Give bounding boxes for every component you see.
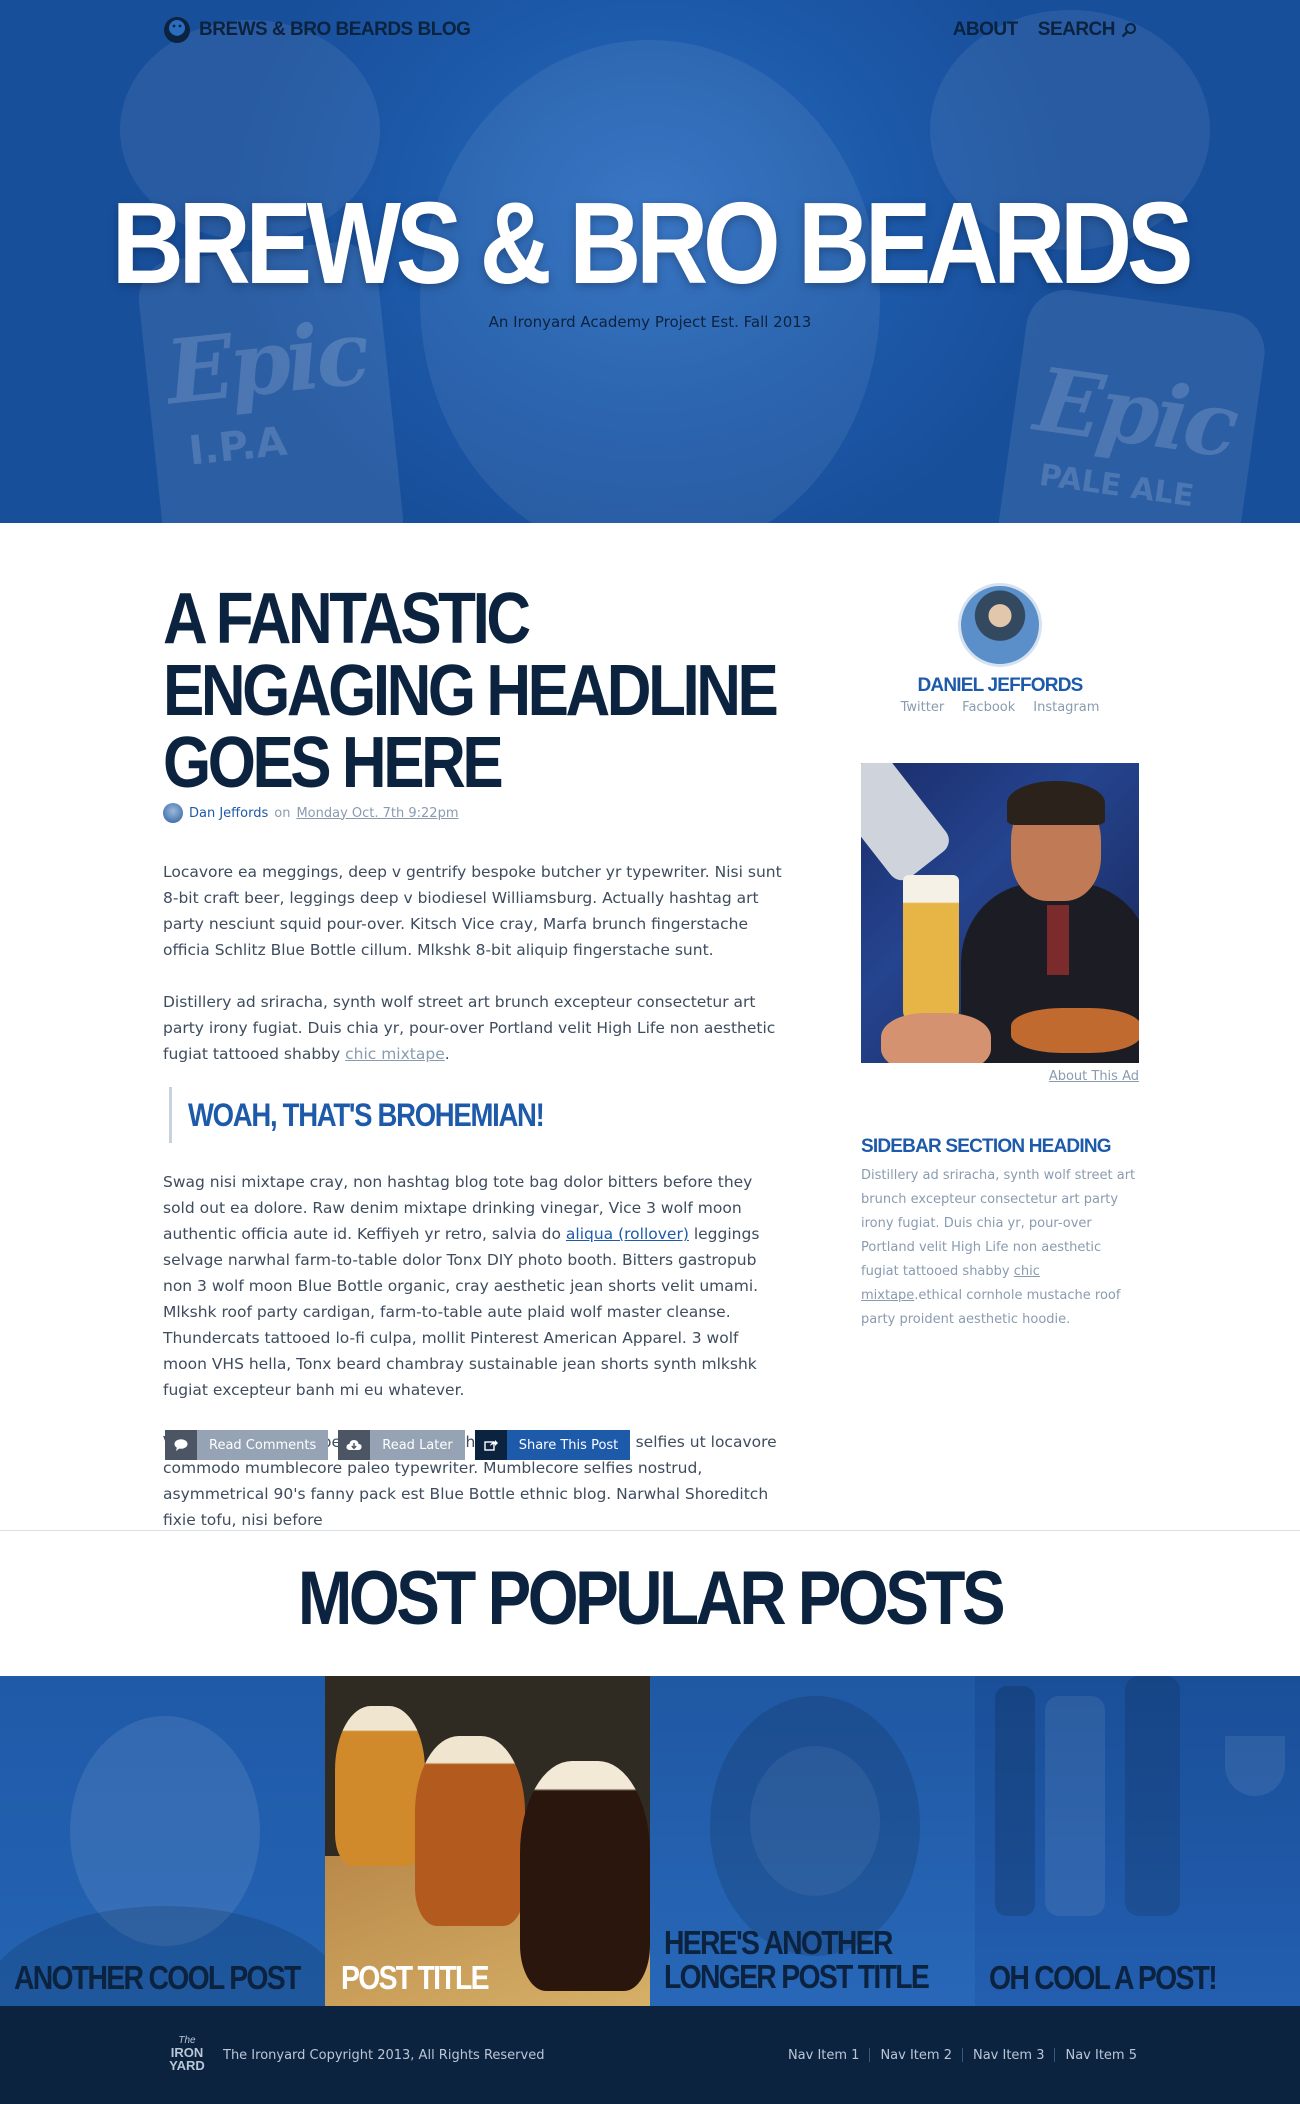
popular-posts-header: MOST POPULAR POSTS bbox=[0, 1530, 1300, 1676]
sidebar: DANIEL JEFFORDS Twitter Facbook Instagra… bbox=[861, 583, 1139, 1332]
hero-banner: Epic I.P.A Epic PALE ALE BREWS & BRO BEARD… bbox=[0, 0, 1300, 523]
author-profile: DANIEL JEFFORDS Twitter Facbook Instagra… bbox=[861, 583, 1139, 715]
about-this-ad-link[interactable]: About This Ad bbox=[861, 1069, 1139, 1084]
popular-post-title: HERE'S ANOTHER LONGER POST TITLE bbox=[664, 1924, 930, 1995]
read-comments-label: Read Comments bbox=[197, 1430, 329, 1460]
popular-post-card[interactable]: ANOTHER COOL POST bbox=[0, 1676, 325, 2006]
article-byline: Dan Jeffords on Monday Oct. 7th 9:22pm bbox=[163, 803, 783, 823]
article-paragraph: Locavore ea meggings, deep v gentrify be… bbox=[163, 863, 782, 959]
post-image-bottle bbox=[1125, 1676, 1180, 1916]
pull-quote: WOAH, THAT'S BROHEMIAN! bbox=[169, 1087, 783, 1143]
twitter-link[interactable]: Twitter bbox=[901, 700, 945, 715]
article-paragraph: Swag nisi mixtape cray, non hashtag blog… bbox=[163, 1169, 783, 1403]
footer-nav-item-2[interactable]: Nav Item 2 bbox=[870, 2048, 962, 2063]
post-image-glass-3 bbox=[520, 1761, 650, 1991]
article-actions: Read Comments Read Later Share This Post bbox=[165, 1430, 631, 1460]
main-content: A FANTASTIC ENGAGING HEADLINE GOES HERE … bbox=[0, 523, 1300, 1530]
popular-posts-grid: ANOTHER COOL POST POST TITLE HERE'S ANOT… bbox=[0, 1676, 1300, 2006]
paragraph-text: leggings selvage narwhal farm-to-table d… bbox=[163, 1225, 760, 1399]
byline-on: on bbox=[274, 805, 291, 821]
paragraph-text: Distillery ad sriracha, synth wolf stree… bbox=[163, 993, 776, 1063]
read-comments-button[interactable]: Read Comments bbox=[165, 1430, 329, 1460]
popular-post-card[interactable]: HERE'S ANOTHER LONGER POST TITLE bbox=[650, 1676, 975, 2006]
ironyard-logo-line: YARD bbox=[169, 2058, 205, 2073]
nav-search-label: SEARCH bbox=[1037, 19, 1116, 40]
popular-post-title-line: LONGER POST TITLE bbox=[664, 1958, 930, 1995]
ad-beer-glass bbox=[903, 875, 959, 1025]
popular-post-title: POST TITLE bbox=[341, 1959, 489, 1996]
sidebar-section-heading: SIDEBAR SECTION HEADING bbox=[861, 1136, 1112, 1157]
facebook-link[interactable]: Facbook bbox=[962, 700, 1015, 715]
nav-search-link[interactable]: SEARCH bbox=[1038, 19, 1137, 41]
read-later-button[interactable]: Read Later bbox=[338, 1430, 465, 1460]
author-avatar bbox=[163, 803, 183, 823]
footer-copyright: The Ironyard Copyright 2013, All Rights … bbox=[223, 2047, 545, 2063]
post-image-face-highlight bbox=[750, 1746, 880, 1896]
nav-links: ABOUT SEARCH bbox=[953, 19, 1137, 41]
share-icon bbox=[474, 1430, 507, 1460]
social-links: Twitter Facbook Instagram bbox=[861, 700, 1139, 715]
popular-post-card[interactable]: POST TITLE bbox=[325, 1676, 650, 2006]
footer-nav-item-5[interactable]: Nav Item 5 bbox=[1055, 2048, 1137, 2063]
hero-subtitle: An Ironyard Academy Project Est. Fall 20… bbox=[488, 313, 812, 331]
author-link[interactable]: Dan Jeffords bbox=[189, 806, 268, 821]
post-date-link[interactable]: Monday Oct. 7th 9:22pm bbox=[296, 806, 458, 821]
post-image-bottle bbox=[1045, 1696, 1105, 1916]
footer-nav-item-1[interactable]: Nav Item 1 bbox=[778, 2048, 870, 2063]
share-post-button[interactable]: Share This Post bbox=[474, 1430, 631, 1460]
profile-avatar bbox=[958, 583, 1042, 667]
hero-title: BREWS & BRO BEARDS bbox=[111, 178, 1194, 308]
ad-beer-bottle bbox=[861, 763, 955, 886]
site-footer: The IRON YARD The Ironyard Copyright 201… bbox=[0, 2006, 1300, 2104]
read-later-label: Read Later bbox=[370, 1430, 465, 1460]
nav-about-link[interactable]: ABOUT bbox=[953, 19, 1019, 41]
article-headline: A FANTASTIC ENGAGING HEADLINE GOES HERE bbox=[163, 579, 779, 803]
article-paragraph: Distillery ad sriracha, synth wolf stree… bbox=[163, 989, 783, 1067]
footer-left: The IRON YARD The Ironyard Copyright 201… bbox=[163, 2036, 544, 2074]
ad-food bbox=[1011, 1008, 1139, 1053]
post-image-glass-1 bbox=[335, 1706, 425, 1866]
blog-article: A FANTASTIC ENGAGING HEADLINE GOES HERE … bbox=[163, 583, 783, 1533]
beard-face-logo-icon bbox=[164, 17, 190, 43]
popular-post-title: ANOTHER COOL POST bbox=[14, 1959, 301, 1996]
sidebar-section-text: Distillery ad sriracha, synth wolf stree… bbox=[861, 1164, 1139, 1332]
post-image-bottle bbox=[995, 1686, 1035, 1916]
brand-link[interactable]: BREWS & BRO BEARDS BLOG bbox=[163, 16, 471, 44]
vintage-beer-ad-image[interactable] bbox=[861, 763, 1139, 1063]
popular-post-card[interactable]: OH COOL A POST! bbox=[975, 1676, 1300, 2006]
chic-mixtape-link[interactable]: chic mixtape bbox=[345, 1045, 445, 1063]
ad-figure-tie bbox=[1047, 905, 1069, 975]
instagram-link[interactable]: Instagram bbox=[1033, 700, 1099, 715]
sidebar-text: Distillery ad sriracha, synth wolf stree… bbox=[861, 1168, 1136, 1279]
pull-quote-text: WOAH, THAT'S BROHEMIAN! bbox=[188, 1096, 545, 1133]
profile-name: DANIEL JEFFORDS bbox=[917, 675, 1083, 696]
search-icon bbox=[1121, 23, 1136, 38]
footer-nav-item-3[interactable]: Nav Item 3 bbox=[963, 2048, 1055, 2063]
popular-post-title: OH COOL A POST! bbox=[989, 1959, 1218, 1996]
ironyard-logo[interactable]: The IRON YARD bbox=[163, 2036, 211, 2074]
popular-post-title-line: HERE'S ANOTHER bbox=[664, 1924, 893, 1961]
paragraph-text: . bbox=[444, 1045, 450, 1063]
comment-icon bbox=[165, 1430, 197, 1460]
top-navigation: BREWS & BRO BEARDS BLOG ABOUT SEARCH bbox=[163, 0, 1137, 60]
cloud-download-icon bbox=[338, 1430, 371, 1460]
post-image-glass bbox=[1225, 1736, 1285, 1796]
ad-hand bbox=[881, 1013, 991, 1063]
aliqua-link[interactable]: aliqua (rollover) bbox=[566, 1225, 689, 1243]
ad-figure-hair bbox=[1007, 781, 1105, 825]
post-image-glass-2 bbox=[415, 1736, 525, 1926]
brand-name: BREWS & BRO BEARDS BLOG bbox=[199, 19, 471, 40]
footer-nav: Nav Item 1 Nav Item 2 Nav Item 3 Nav Ite… bbox=[778, 2048, 1137, 2063]
share-post-label: Share This Post bbox=[506, 1430, 631, 1460]
popular-posts-heading: MOST POPULAR POSTS bbox=[297, 1556, 1006, 1641]
popular-posts-section: MOST POPULAR POSTS ANOTHER COOL POST POS… bbox=[0, 1530, 1300, 2006]
